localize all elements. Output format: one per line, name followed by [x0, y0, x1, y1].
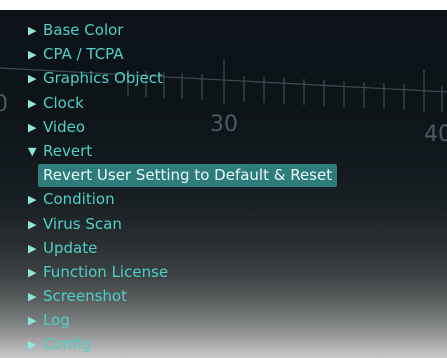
menu-item-label: CPA / TCPA [43, 45, 124, 64]
menu-item-update[interactable]: ▶ Update [28, 236, 337, 260]
menu-item-condition[interactable]: ▶ Condition [28, 187, 337, 211]
revert-user-setting-button[interactable]: Revert User Setting to Default & Reset [38, 164, 338, 188]
menu-item-function-license[interactable]: ▶ Function License [28, 260, 337, 284]
menu-item-revert[interactable]: ▼ Revert [28, 139, 337, 163]
caret-down-icon: ▼ [28, 144, 37, 158]
menu-item-label: Virus Scan [43, 214, 122, 233]
caret-right-icon: ▶ [28, 48, 37, 62]
caret-right-icon: ▶ [28, 72, 37, 86]
menu-item-label: Graphics Object [43, 69, 163, 88]
caret-right-icon: ▶ [28, 193, 37, 207]
caret-right-icon: ▶ [28, 217, 37, 231]
menu-item-virus-scan[interactable]: ▶ Virus Scan [28, 212, 337, 236]
menu-item-label: Revert [43, 141, 93, 160]
caret-right-icon: ▶ [28, 290, 37, 304]
menu-item-log[interactable]: ▶ Log [28, 308, 337, 332]
menu-item-label: Video [43, 117, 86, 136]
caret-right-icon: ▶ [28, 24, 37, 37]
menu-item-label: Function License [43, 262, 169, 281]
menu-item-base-color[interactable]: ▶ Base Color [28, 18, 337, 42]
caret-right-icon: ▶ [28, 314, 37, 328]
menu-item-label: Log [43, 311, 70, 330]
caret-right-icon: ▶ [28, 241, 37, 255]
menu-item-graphics-object[interactable]: ▶ Graphics Object [28, 66, 337, 90]
caret-right-icon: ▶ [28, 120, 37, 134]
revert-submenu: Revert User Setting to Default & Reset [28, 163, 338, 188]
ruler-label: 40 [424, 122, 447, 147]
caret-right-icon: ▶ [28, 338, 37, 352]
menu-item-video[interactable]: ▶ Video [28, 115, 337, 139]
ruler-label: 0 [0, 92, 8, 117]
menu-item-cpa-tcpa[interactable]: ▶ CPA / TCPA [28, 42, 337, 66]
menu-item-screenshot[interactable]: ▶ Screenshot [28, 284, 337, 308]
menu-item-label: Base Color [43, 21, 124, 39]
caret-right-icon: ▶ [28, 265, 37, 279]
menu-item-clock[interactable]: ▶ Clock [28, 91, 337, 115]
menu-item-label: Screenshot [43, 287, 127, 306]
menu-item-label: Condition [43, 190, 115, 209]
menu-item-label: Config [43, 335, 92, 354]
menu-item-label: Update [43, 238, 98, 257]
menu-item-label: Clock [43, 93, 84, 112]
caret-right-icon: ▶ [28, 96, 37, 110]
settings-menu: ▶ Base Color ▶ CPA / TCPA ▶ Graphics Object… [28, 18, 338, 357]
menu-item-config[interactable]: ▶ Config [28, 332, 337, 356]
